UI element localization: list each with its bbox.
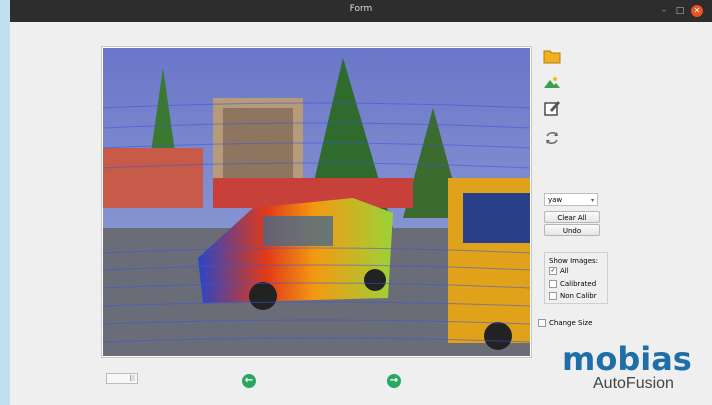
edit-icon[interactable] — [542, 98, 562, 118]
show-images-group: Show Images: ✓ All Calibrated Non Calibr — [544, 252, 608, 304]
clear-all-button[interactable]: Clear All — [544, 211, 600, 223]
previous-button[interactable]: ← — [242, 374, 256, 388]
app-window: Form – □ ✕ yaw ▾ Clear All Undo Show Ima… — [10, 0, 712, 405]
arrow-right-icon: → — [389, 375, 399, 386]
axis-select[interactable]: yaw ▾ — [544, 193, 598, 206]
size-slider[interactable] — [106, 373, 138, 384]
minimize-button[interactable]: – — [658, 5, 670, 17]
brand-logo: mobias — [562, 340, 692, 378]
axis-select-value: yaw — [548, 196, 563, 204]
image-icon[interactable] — [542, 72, 562, 92]
checkbox-change-size[interactable]: Change Size — [538, 318, 592, 328]
window-title: Form — [349, 4, 373, 14]
folder-icon[interactable] — [542, 46, 562, 66]
title-bar: Form – □ ✕ — [10, 0, 712, 22]
chevron-down-icon: ▾ — [590, 197, 594, 204]
next-button[interactable]: → — [387, 374, 401, 388]
lidar-overlay-image[interactable] — [103, 48, 530, 356]
close-button[interactable]: ✕ — [691, 5, 703, 17]
product-name: AutoFusion — [593, 375, 674, 392]
slider-handle[interactable] — [130, 375, 135, 381]
arrow-left-icon: ← — [244, 375, 254, 386]
checkbox-calibrated[interactable]: Calibrated — [549, 279, 596, 289]
check-icon: ✓ — [549, 267, 557, 275]
checkbox-non-calibr[interactable]: Non Calibr — [549, 291, 597, 301]
undo-button[interactable]: Undo — [544, 224, 600, 236]
checkbox-all[interactable]: ✓ All — [549, 266, 569, 276]
refresh-icon[interactable] — [542, 128, 562, 148]
image-view[interactable] — [101, 46, 532, 358]
maximize-button[interactable]: □ — [674, 5, 686, 17]
show-images-title: Show Images: — [549, 257, 599, 265]
